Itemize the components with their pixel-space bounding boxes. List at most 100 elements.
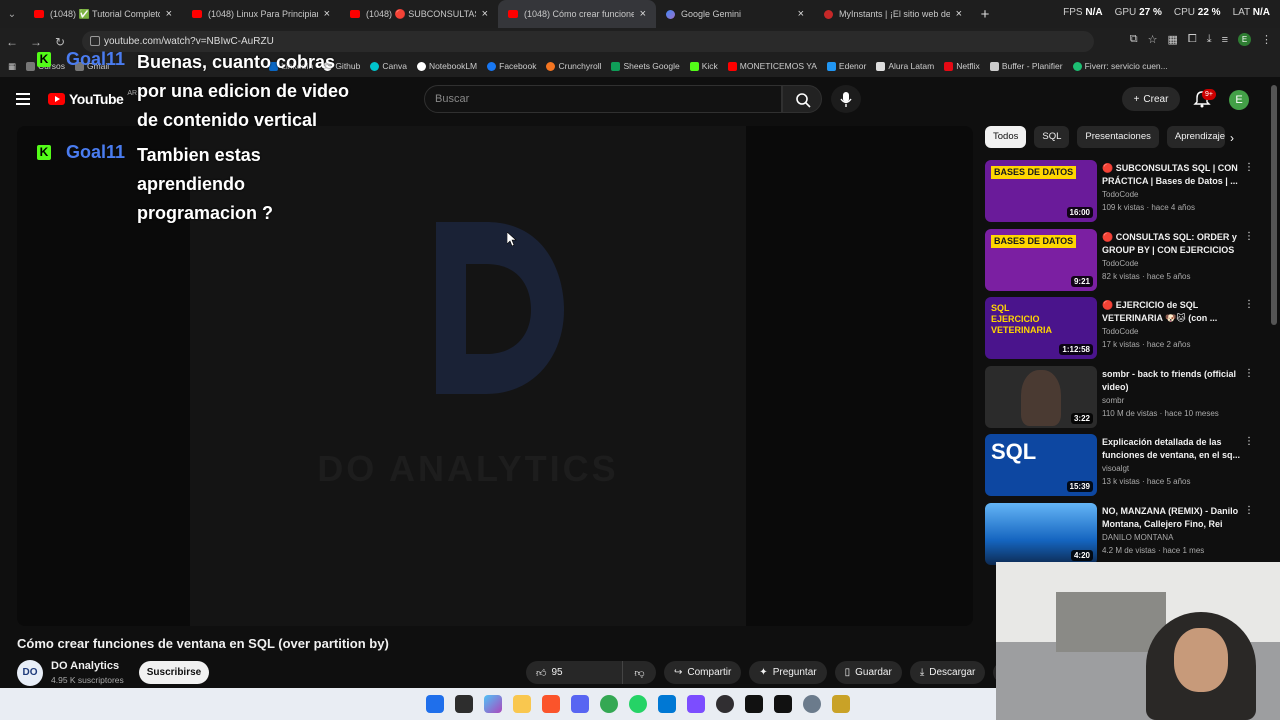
browser-tab[interactable]: MyInstants | ¡El sitio web de bot × (814, 0, 972, 28)
list-item[interactable]: SQL 15:39 Explicación detallada de las f… (985, 434, 1255, 503)
close-tab-icon[interactable]: × (324, 8, 330, 20)
list-item[interactable]: BASES DE DATOS 9:21 🔴 CONSULTAS SQL: ORD… (985, 228, 1255, 298)
download-button[interactable]: ⤓ Descargar (909, 661, 986, 684)
more-options-icon[interactable]: ⋮ (1244, 368, 1254, 379)
discord-icon[interactable] (571, 695, 589, 713)
copilot-icon[interactable] (484, 695, 502, 713)
bookmark-item[interactable]: MONETICEMOS YA (727, 61, 817, 71)
extensions-puzzle-icon[interactable]: ⧠ (1188, 33, 1197, 46)
bookmark-item[interactable]: Fiverr: servicio cuen... (1072, 61, 1168, 71)
video-title[interactable]: Explicación detallada de las funciones d… (1102, 436, 1242, 462)
more-options-icon[interactable]: ⋮ (1244, 505, 1254, 516)
page-scrollbar[interactable] (1271, 85, 1277, 325)
back-icon[interactable]: ← (0, 35, 24, 49)
ask-button[interactable]: ✦ Preguntar (749, 661, 827, 684)
download-icon[interactable]: ⤓ (1207, 33, 1212, 46)
video-thumbnail[interactable]: BASES DE DATOS 16:00 (985, 160, 1097, 222)
bookmark-star-icon[interactable]: ☆ (1148, 33, 1158, 46)
voice-search-button[interactable] (831, 85, 861, 113)
channel-name[interactable]: TodoCode (1102, 259, 1138, 268)
subscribe-button[interactable]: Suscribirse (139, 661, 209, 684)
close-tab-icon[interactable]: × (482, 8, 488, 20)
list-item[interactable]: 3:22 sombr - back to friends (official v… (985, 365, 1255, 435)
video-title[interactable]: 🔴 SUBCONSULTAS SQL | CON PRÁCTICA | Base… (1102, 162, 1242, 188)
channel-name[interactable]: DO Analytics (51, 660, 119, 672)
list-item[interactable]: 4:20 NO, MANZANA (REMIX) - Danilo Montan… (985, 502, 1255, 572)
close-tab-icon[interactable]: × (640, 8, 646, 20)
channel-name[interactable]: visoalgt (1102, 464, 1129, 473)
media-control-icon[interactable]: ≡ (1222, 34, 1228, 46)
bookmark-item[interactable]: Netflix (944, 61, 980, 71)
video-thumbnail[interactable]: BASES DE DATOS 9:21 (985, 228, 1097, 291)
video-title[interactable]: NO, MANZANA (REMIX) - Danilo Montana, Ca… (1102, 505, 1242, 531)
browser-tab[interactable]: (1048) Linux Para Principiantes × (182, 0, 340, 28)
site-info-icon[interactable] (90, 36, 100, 46)
new-tab-button[interactable]: + (972, 6, 998, 23)
list-item[interactable]: BASES DE DATOS 16:00 🔴 SUBCONSULTAS SQL … (985, 160, 1255, 229)
channel-name[interactable]: DANILO MONTANA (1102, 533, 1173, 542)
bookmark-item[interactable]: Kick (689, 61, 718, 71)
browser-profile-avatar[interactable]: E (1238, 33, 1251, 46)
bookmark-item[interactable]: Sheets Google (611, 61, 680, 71)
search-input[interactable]: Buscar (424, 85, 782, 113)
share-button[interactable]: ↪ Compartir (664, 661, 742, 684)
apps-grid-icon[interactable]: ▦ (8, 61, 16, 72)
channel-name[interactable]: sombr (1102, 396, 1124, 405)
browser-tab[interactable]: Google Gemini × (656, 0, 814, 28)
more-options-icon[interactable]: ⋮ (1244, 162, 1254, 173)
cast-icon[interactable]: ⧉ (1130, 33, 1138, 46)
hamburger-menu-icon[interactable] (16, 93, 30, 105)
channel-name[interactable]: TodoCode (1102, 190, 1138, 199)
list-item[interactable]: SQL EJERCICIO VETERINARIA 1:12:58 🔴 EJER… (985, 297, 1255, 366)
video-thumbnail[interactable]: SQL EJERCICIO VETERINARIA 1:12:58 (985, 297, 1097, 359)
bookmark-item[interactable]: Facebook (487, 61, 536, 71)
video-title[interactable]: 🔴 CONSULTAS SQL: ORDER y GROUP BY | CON … (1102, 231, 1242, 257)
chip-sql[interactable]: SQL (1034, 126, 1070, 148)
windows-start-icon[interactable] (426, 695, 444, 713)
browser-menu-icon[interactable]: ⋮ (1261, 33, 1272, 46)
video-title[interactable]: sombr - back to friends (official video) (1102, 368, 1242, 394)
close-tab-icon[interactable]: × (798, 8, 804, 20)
channel-name[interactable]: TodoCode (1102, 327, 1138, 336)
user-avatar[interactable]: E (1229, 90, 1249, 110)
video-thumbnail[interactable]: 4:20 (985, 502, 1097, 565)
app-icon[interactable] (687, 695, 705, 713)
browser-tab[interactable]: (1048) ✅ Tutorial Completo de × (24, 0, 182, 28)
browser-tab-active[interactable]: (1048) Cómo crear funciones de × (498, 0, 656, 28)
reload-icon[interactable]: ↻ (48, 35, 72, 49)
whatsapp-icon[interactable] (629, 695, 647, 713)
app-icon[interactable] (658, 695, 676, 713)
tab-search-chevron-icon[interactable]: ⌄ (0, 9, 24, 20)
chip-presentaciones[interactable]: Presentaciones (1077, 126, 1159, 148)
chevron-right-icon[interactable]: › (1230, 131, 1234, 145)
bookmark-item[interactable]: Crunchyroll (546, 61, 601, 71)
chip-todos[interactable]: Todos (985, 126, 1027, 148)
chrome-icon[interactable] (600, 695, 618, 713)
app-icon[interactable] (832, 695, 850, 713)
bookmark-item[interactable]: Buffer - Planifier (989, 61, 1063, 71)
browser-tab[interactable]: (1048) 🔴 SUBCONSULTAS SQL × (340, 0, 498, 28)
taskview-icon[interactable] (455, 695, 473, 713)
extension-icon[interactable]: ▦ (1167, 33, 1177, 46)
more-options-icon[interactable]: ⋮ (1244, 299, 1254, 310)
obs-icon[interactable] (716, 695, 734, 713)
close-tab-icon[interactable]: × (166, 8, 172, 20)
chip-aprendizaje[interactable]: Aprendizaje (1166, 126, 1225, 148)
video-thumbnail[interactable]: SQL 15:39 (985, 434, 1097, 496)
close-tab-icon[interactable]: × (956, 8, 962, 20)
create-button[interactable]: + Crear (1122, 87, 1180, 111)
more-options-icon[interactable]: ⋮ (1244, 231, 1254, 242)
settings-gear-icon[interactable] (803, 695, 821, 713)
save-button[interactable]: ▯ Guardar (834, 661, 902, 684)
bookmark-item[interactable]: Edenor (826, 61, 866, 71)
capcut-icon[interactable] (774, 695, 792, 713)
bookmark-item[interactable]: NotebookLM (416, 61, 477, 71)
search-button[interactable] (782, 85, 822, 113)
bookmark-item[interactable]: Alura Latam (876, 61, 934, 71)
channel-avatar[interactable]: DO (17, 660, 43, 686)
dislike-button[interactable]: 👎︎ (622, 661, 656, 684)
bookmark-item[interactable]: Canva (370, 61, 407, 71)
more-options-icon[interactable]: ⋮ (1244, 436, 1254, 447)
brave-icon[interactable] (542, 695, 560, 713)
video-thumbnail[interactable]: 3:22 (985, 365, 1097, 428)
